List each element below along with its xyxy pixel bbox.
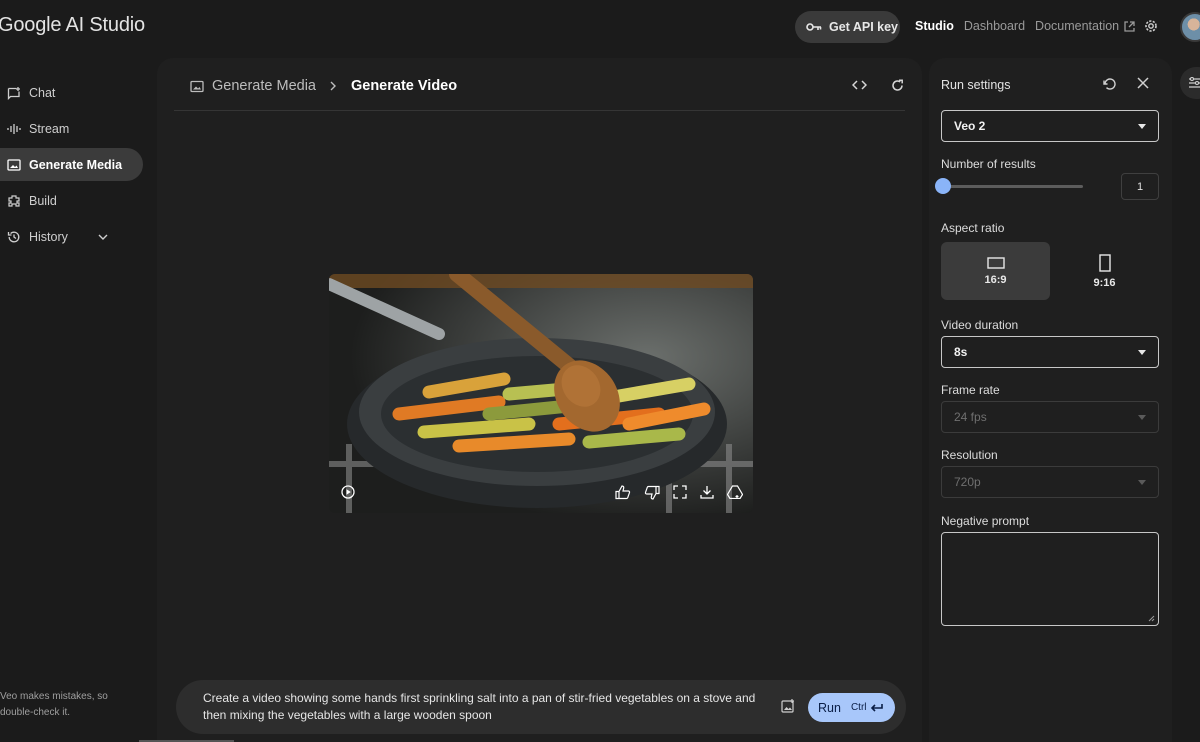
breadcrumb: Generate Media Generate Video <box>190 78 457 94</box>
frame-rate-label: Frame rate <box>941 383 1000 397</box>
app-logo[interactable]: Google AI Studio <box>0 14 145 37</box>
sidebar-item-chat[interactable]: Chat <box>0 76 143 109</box>
frame-rate-value: 24 fps <box>954 410 987 424</box>
chevron-right-icon <box>330 81 336 91</box>
image-icon <box>7 158 21 171</box>
chat-icon <box>7 86 20 100</box>
settings-gear-icon[interactable] <box>1143 18 1159 34</box>
get-api-key-button[interactable]: Get API key <box>795 11 900 43</box>
sidebar-item-label: Chat <box>29 85 56 100</box>
breadcrumb-parent[interactable]: Generate Media <box>212 78 316 94</box>
close-icon[interactable] <box>1137 77 1149 89</box>
results-slider-track[interactable] <box>945 185 1083 188</box>
thumbs-down-icon[interactable] <box>644 485 660 500</box>
negative-prompt-input[interactable] <box>941 532 1159 626</box>
resolution-select: 720p <box>941 466 1159 498</box>
run-shortcut: Ctrl <box>851 702 884 713</box>
run-button[interactable]: Run Ctrl <box>808 693 895 722</box>
resolution-value: 720p <box>954 475 981 489</box>
resize-grip-icon[interactable] <box>1148 615 1155 622</box>
tune-icon <box>1189 77 1200 88</box>
run-settings-actions <box>1103 77 1149 91</box>
sidebar-item-build[interactable]: Build <box>0 184 143 217</box>
sidebar-item-generate-media[interactable]: Generate Media <box>0 148 143 181</box>
prompt-box[interactable]: Create a video showing some hands first … <box>176 680 906 734</box>
number-of-results-label: Number of results <box>941 157 1036 171</box>
aspect-ratio-9-16-label: 9:16 <box>1093 276 1116 289</box>
fullscreen-icon[interactable] <box>673 485 687 499</box>
caret-down-icon <box>1138 480 1146 485</box>
generated-video[interactable] <box>329 274 753 513</box>
main-panel: Generate Media Generate Video Create a v… <box>157 58 922 742</box>
add-image-icon[interactable] <box>781 699 795 713</box>
aspect-ratio-16-9-option[interactable]: 16:9 <box>941 242 1050 300</box>
model-select[interactable]: Veo 2 <box>941 110 1159 142</box>
nav-documentation-label: Documentation <box>1035 19 1120 33</box>
avatar[interactable] <box>1180 12 1200 42</box>
caret-down-icon <box>1138 124 1146 129</box>
disclaimer-text: Veo makes mistakes, so double-check it. <box>0 691 108 718</box>
chevron-down-icon[interactable] <box>98 234 108 240</box>
thumbs-up-icon[interactable] <box>615 485 631 500</box>
external-link-icon <box>1124 20 1135 32</box>
image-icon <box>190 80 204 92</box>
header-actions <box>852 79 904 92</box>
run-settings-panel: Run settings Veo 2 Number of results 1 A… <box>929 58 1172 742</box>
sidebar-item-label: Build <box>29 193 57 208</box>
video-controls <box>329 485 753 501</box>
prompt-input[interactable]: Create a video showing some hands first … <box>203 690 773 723</box>
video-duration-value: 8s <box>954 345 968 359</box>
run-shortcut-label: Ctrl <box>850 702 867 713</box>
sidebar-item-label: History <box>29 229 68 244</box>
nav-documentation[interactable]: Documentation <box>1035 19 1135 33</box>
resolution-label: Resolution <box>941 448 998 462</box>
aspect-ratio-9-16-option[interactable]: 9:16 <box>1050 242 1159 300</box>
history-icon <box>7 231 20 242</box>
sidebar-item-stream[interactable]: Stream <box>0 112 143 145</box>
frame-rate-select: 24 fps <box>941 401 1159 433</box>
video-duration-select[interactable]: 8s <box>941 336 1159 368</box>
run-settings-title: Run settings <box>941 78 1011 92</box>
toggle-settings-button[interactable] <box>1180 67 1200 99</box>
sidebar-item-label: Generate Media <box>29 157 123 172</box>
build-icon <box>8 194 20 207</box>
caret-down-icon <box>1138 350 1146 355</box>
sidebar-item-label: Stream <box>29 121 70 136</box>
run-label: Run <box>818 700 841 715</box>
video-frame <box>329 274 753 513</box>
enter-key-icon <box>870 703 883 712</box>
sidebar: Chat Stream Generate Media Build History <box>0 76 150 256</box>
reset-icon[interactable] <box>1103 77 1117 91</box>
model-value: Veo 2 <box>954 119 986 133</box>
code-icon[interactable] <box>852 79 867 91</box>
play-icon[interactable] <box>341 485 355 499</box>
results-slider-thumb[interactable] <box>935 178 951 194</box>
top-bar: Google AI Studio Get API key Studio Dash… <box>0 0 1200 54</box>
drive-icon[interactable] <box>727 485 743 499</box>
key-icon <box>806 23 822 31</box>
caret-down-icon <box>1138 415 1146 420</box>
video-actions <box>615 485 743 500</box>
breadcrumb-current: Generate Video <box>350 78 458 94</box>
nav-studio[interactable]: Studio <box>915 19 954 33</box>
header-divider <box>174 110 905 111</box>
video-duration-label: Video duration <box>941 318 1019 332</box>
aspect-ratio-16-9-label: 16:9 <box>984 273 1007 286</box>
landscape-icon <box>986 256 1005 269</box>
nav-dashboard[interactable]: Dashboard <box>964 19 1025 33</box>
get-api-key-label: Get API key <box>829 20 899 34</box>
waveform-icon <box>7 123 21 134</box>
sidebar-item-history[interactable]: History <box>0 220 143 253</box>
download-icon[interactable] <box>700 485 714 499</box>
negative-prompt-label: Negative prompt <box>941 514 1030 528</box>
aspect-ratio-label: Aspect ratio <box>941 221 1005 235</box>
results-count-input[interactable]: 1 <box>1121 173 1159 200</box>
refresh-icon[interactable] <box>891 79 904 92</box>
portrait-icon <box>1098 253 1111 272</box>
top-nav: Studio Dashboard Documentation <box>915 19 1135 33</box>
